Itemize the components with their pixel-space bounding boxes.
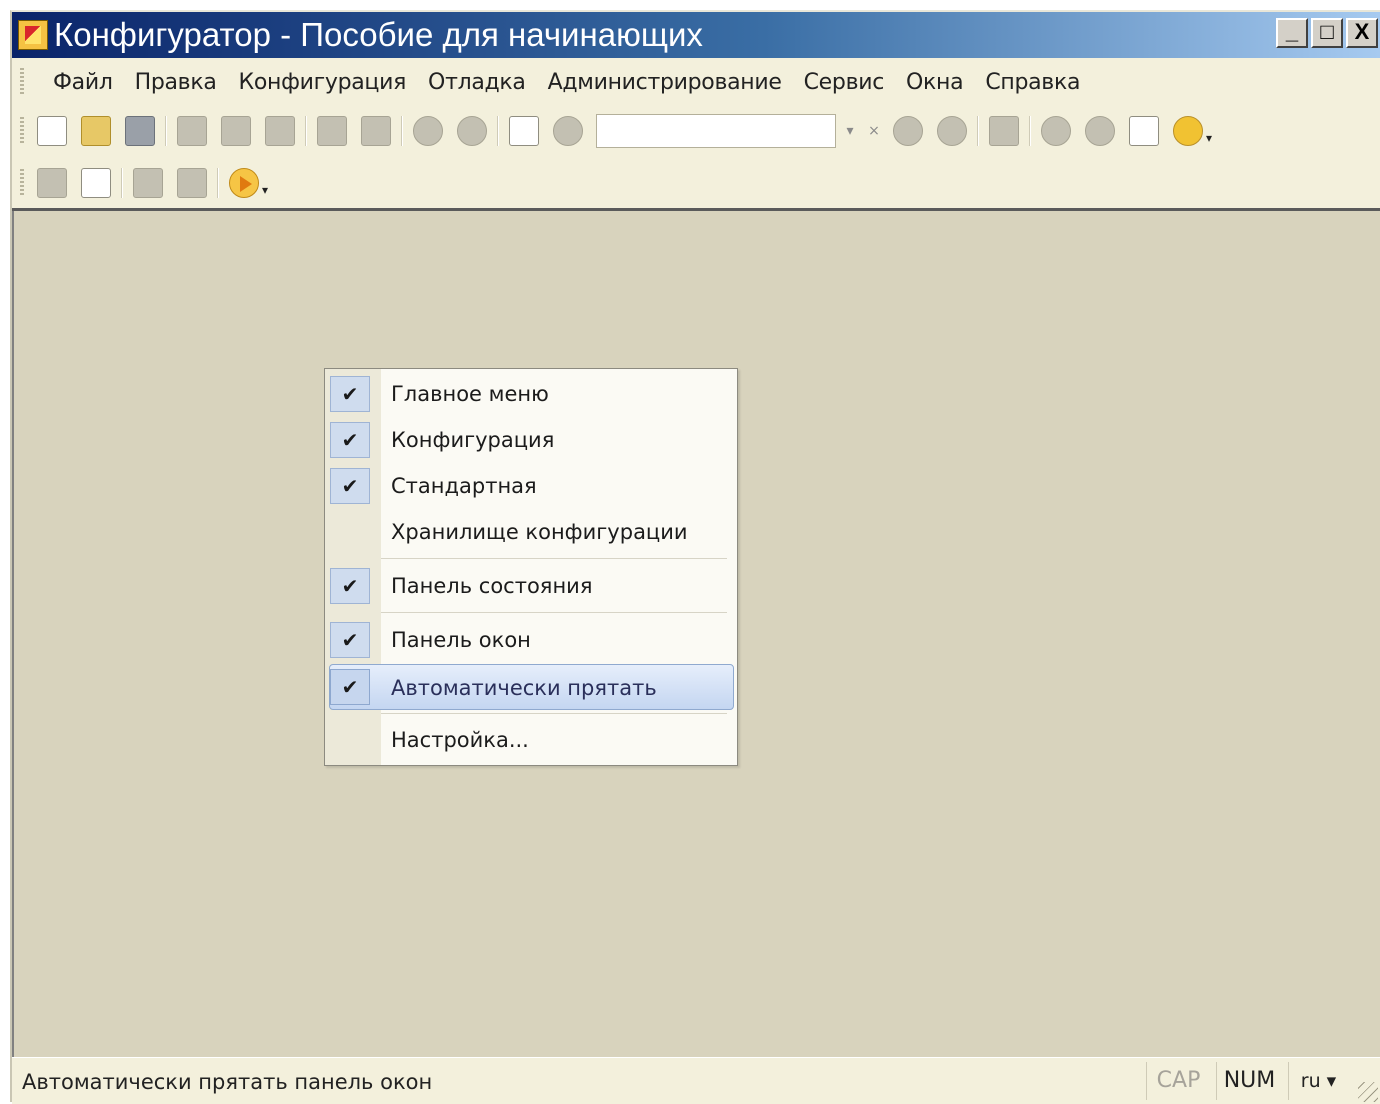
print-icon[interactable] [317,116,347,146]
toolbar-options-arrow[interactable]: ▾ [1206,131,1212,145]
menu-item-customize[interactable]: Настройка... [325,717,737,763]
toolbar-separator [217,168,219,198]
toolbar-separator [401,116,403,146]
find-next-icon[interactable] [893,116,923,146]
window-title: Конфигуратор - Пособие для начинающих [54,16,703,53]
caps-lock-indicator: CAP [1146,1062,1210,1100]
close-button[interactable]: X [1346,18,1378,48]
open-configuration-icon[interactable] [81,168,111,198]
find-in-document-icon[interactable] [509,116,539,146]
configuration-tree-icon[interactable] [37,168,67,198]
menu-item-window-panel[interactable]: ✔ Панель окон [325,617,737,663]
open-folder-icon[interactable] [81,116,111,146]
redo-icon[interactable] [457,116,487,146]
start-debugging-icon[interactable] [229,168,259,198]
copy-icon[interactable] [221,116,251,146]
database-config-icon[interactable] [133,168,163,198]
main-menu: Файл Правка Конфигурация Отладка Админис… [12,62,1380,102]
toolbar-options-arrow[interactable]: ▾ [262,183,268,197]
cut-icon[interactable] [177,116,207,146]
menu-file[interactable]: Файл [42,70,124,95]
menu-item-config-repository[interactable]: Хранилище конфигурации [325,509,737,555]
menu-item-label: Автоматически прятать [391,676,657,700]
title-bar[interactable]: Конфигуратор - Пособие для начинающих _ … [12,12,1380,58]
toolbar-context-menu: ✔ Главное меню ✔ Конфигурация ✔ Стандарт… [324,368,738,766]
search-clear-button[interactable]: × [862,116,886,146]
find-previous-icon[interactable] [937,116,967,146]
menu-item-label: Настройка... [391,728,529,752]
menu-item-label: Панель окон [391,628,531,652]
menu-item-auto-hide[interactable]: ✔ Автоматически прятать [329,664,734,710]
menu-item-standard[interactable]: ✔ Стандартная [325,463,737,509]
info-icon[interactable] [1173,116,1203,146]
num-lock-indicator: NUM [1216,1062,1282,1100]
search-icon[interactable] [553,116,583,146]
menu-separator [381,713,727,714]
menu-item-label: Главное меню [391,382,549,406]
resize-grip-handle[interactable] [1358,1082,1378,1102]
maximize-button[interactable]: □ [1311,18,1343,48]
menu-item-label: Стандартная [391,474,537,498]
assistant-icon[interactable] [1041,116,1071,146]
checkmark-icon: ✔ [330,376,370,412]
context-help-icon[interactable] [1085,116,1115,146]
menu-item-label: Хранилище конфигурации [391,520,688,544]
toolbar-separator [497,116,499,146]
status-bar: Автоматически прятать панель окон CAP NU… [12,1057,1380,1104]
print-preview-icon[interactable] [361,116,391,146]
help-contents-icon[interactable] [1129,116,1159,146]
checkmark-icon: ✔ [330,422,370,458]
language-selector[interactable]: ru ▾ [1288,1062,1348,1100]
checkmark-icon: ✔ [330,622,370,658]
standard-toolbar: ▾ × ▾ [12,108,1380,154]
search-input[interactable] [596,114,836,148]
menu-separator [381,612,727,613]
checkmark-icon: ✔ [330,468,370,504]
app-logo-icon [18,20,48,50]
minimize-button[interactable]: _ [1276,18,1308,48]
menu-item-configuration[interactable]: ✔ Конфигурация [325,417,737,463]
checkmark-icon: ✔ [330,568,370,604]
menu-grip-handle[interactable] [20,68,24,96]
menu-item-label: Конфигурация [391,428,555,452]
search-dropdown-button[interactable]: ▾ [838,116,862,146]
menu-item-label: Панель состояния [391,574,593,598]
menu-service[interactable]: Сервис [793,70,895,95]
configuration-toolbar: ▾ [12,160,1380,206]
paste-icon[interactable] [265,116,295,146]
menu-help[interactable]: Справка [974,70,1091,95]
menu-edit[interactable]: Правка [124,70,228,95]
toolbar-separator [305,116,307,146]
save-icon[interactable] [125,116,155,146]
menu-item-status-bar[interactable]: ✔ Панель состояния [325,563,737,609]
menu-separator [381,558,727,559]
main-window: Конфигуратор - Пособие для начинающих _ … [10,10,1380,1104]
table-icon[interactable] [177,168,207,198]
undo-icon[interactable] [413,116,443,146]
window-controls: _ □ X [1276,18,1378,48]
menu-windows[interactable]: Окна [895,70,974,95]
toolbar-separator [1029,116,1031,146]
toolbar-separator [121,168,123,198]
menu-item-main-menu[interactable]: ✔ Главное меню [325,371,737,417]
status-message: Автоматически прятать панель окон [22,1070,433,1094]
menu-configuration[interactable]: Конфигурация [228,70,418,95]
menu-debug[interactable]: Отладка [417,70,537,95]
toolbar-separator [165,116,167,146]
toolbar-grip-handle[interactable] [20,117,24,145]
checkmark-icon: ✔ [330,669,370,705]
new-document-icon[interactable] [37,116,67,146]
toolbar-grip-handle[interactable] [20,169,24,197]
windows-icon[interactable] [989,116,1019,146]
toolbar-separator [977,116,979,146]
menu-administration[interactable]: Администрирование [537,70,793,95]
